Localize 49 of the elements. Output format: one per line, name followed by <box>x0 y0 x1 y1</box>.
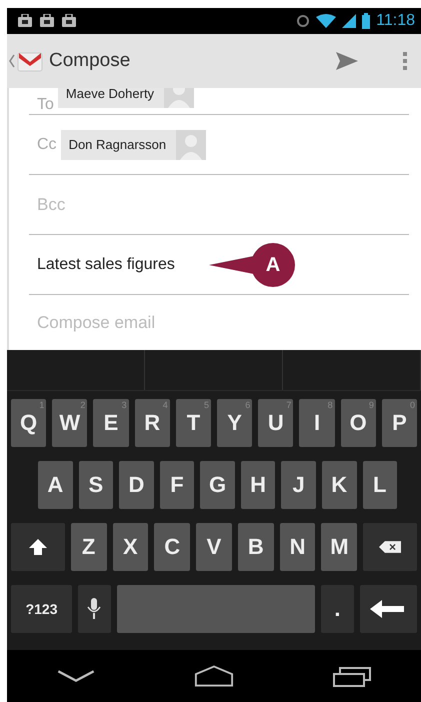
letter-key[interactable]: M <box>321 523 358 571</box>
letter-key[interactable]: C <box>154 523 190 571</box>
overflow-menu-icon[interactable] <box>403 51 407 71</box>
period-key[interactable]: . <box>321 585 354 633</box>
status-time: 11:18 <box>376 12 415 30</box>
letter-key[interactable]: N <box>280 523 316 571</box>
subject-field[interactable]: Latest sales figures <box>37 256 175 274</box>
recipient-chip[interactable]: Don Ragnarsson <box>60 130 206 160</box>
letter-key[interactable]: H <box>240 461 276 509</box>
notification-icon <box>17 14 33 28</box>
letter-key[interactable]: X <box>112 523 148 571</box>
letter-key[interactable]: B <box>238 523 274 571</box>
enter-key[interactable] <box>360 585 417 633</box>
shift-icon <box>26 538 49 556</box>
wifi-icon <box>316 14 336 28</box>
letter-key[interactable]: D <box>119 461 154 509</box>
symbols-key[interactable]: ?123 <box>11 585 72 633</box>
letter-key[interactable]: J <box>281 461 316 509</box>
recipient-label: Cc <box>37 136 57 154</box>
letter-key[interactable]: Z <box>70 523 106 571</box>
home-icon[interactable] <box>194 664 234 688</box>
notification-icon <box>61 14 77 28</box>
letter-key[interactable]: L <box>362 461 398 509</box>
recipient-chip[interactable]: Maeve Doherty <box>58 88 194 108</box>
signal-icon <box>342 14 356 28</box>
voice-input-key[interactable] <box>78 585 111 633</box>
letter-key[interactable]: S <box>78 461 114 509</box>
letter-key[interactable]: F <box>160 461 194 509</box>
recent-apps-icon[interactable] <box>332 664 372 688</box>
bcc-field[interactable]: Bcc <box>37 194 337 214</box>
avatar-icon <box>176 130 206 160</box>
letter-key[interactable]: G <box>200 461 235 509</box>
enter-icon <box>370 599 406 619</box>
letter-key[interactable]: K <box>322 461 356 509</box>
letter-key[interactable]: A <box>38 461 73 509</box>
delete-key[interactable] <box>363 523 417 571</box>
shift-key[interactable] <box>11 523 65 571</box>
mail-logo-icon[interactable] <box>17 50 43 72</box>
back-caret-icon[interactable] <box>9 54 15 68</box>
notification-icon <box>39 14 55 28</box>
backspace-icon <box>379 538 402 556</box>
recipient-label: To <box>37 96 54 114</box>
letter-key[interactable]: V <box>196 523 232 571</box>
microphone-icon <box>87 598 102 620</box>
send-icon[interactable] <box>335 51 359 71</box>
callout-marker: A <box>251 243 295 287</box>
body-field[interactable]: Compose email <box>37 312 337 332</box>
screen-title: Compose <box>49 50 130 72</box>
battery-icon <box>362 13 370 29</box>
